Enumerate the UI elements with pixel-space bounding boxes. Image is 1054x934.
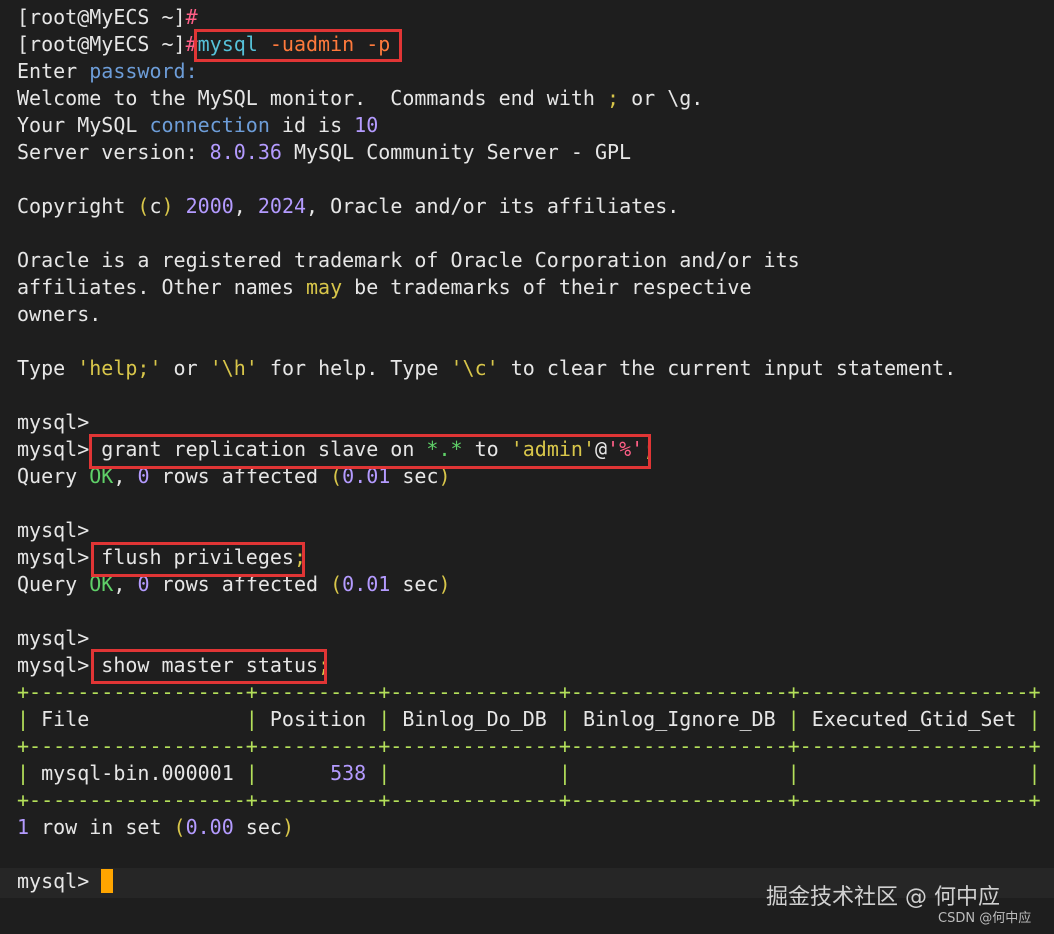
output-text: Welcome to the MySQL monitor. Commands e… xyxy=(17,86,608,110)
table-border: +------------------+----------+---------… xyxy=(17,787,1041,814)
highlight-box-grant-command xyxy=(89,434,651,469)
output-text: Enter xyxy=(17,59,90,83)
active-input-line[interactable]: mysql> xyxy=(17,868,114,895)
cell-file: mysql-bin.000001 xyxy=(41,761,234,785)
mysql-prompt: mysql> xyxy=(17,545,90,569)
output-text: owners. xyxy=(17,302,102,326)
table-pipe: | xyxy=(775,707,812,731)
output-text: Query xyxy=(17,572,90,596)
csdn-watermark: CSDN @何中应 xyxy=(938,911,1032,926)
output-text: for help. Type xyxy=(257,356,451,380)
mysql-prompt: mysql> xyxy=(17,653,90,677)
copyright-line: Copyright (c) 2000, 2024, Oracle and/or … xyxy=(17,193,679,220)
output-text: id is xyxy=(269,113,355,137)
table-pipe: | | | | xyxy=(366,761,1041,785)
mysql-prompt-line: mysql> xyxy=(17,517,89,544)
output-paren: ( xyxy=(173,815,186,839)
terminal-window[interactable]: [root@MyECS ~]# [root@MyECS ~]#mysql -ua… xyxy=(0,0,1054,934)
server-version-line: Server version: 8.0.36 MySQL Community S… xyxy=(17,139,631,166)
table-pipe: | xyxy=(546,707,583,731)
output-text: Oracle is a registered trademark of Orac… xyxy=(17,248,800,272)
prompt-hash: # xyxy=(185,5,198,29)
column-header-position: Position xyxy=(269,707,367,731)
output-string: 'help;' xyxy=(77,356,162,380)
mysql-prompt: mysql> xyxy=(17,437,90,461)
text-cursor[interactable] xyxy=(101,868,114,893)
output-text: or xyxy=(161,356,210,380)
table-pipe: | xyxy=(233,761,331,785)
welcome-line: Welcome to the MySQL monitor. Commands e… xyxy=(17,85,703,112)
server-version-value: 8.0.36 xyxy=(209,140,282,164)
output-text: Server version: xyxy=(17,140,210,164)
highlight-box-show-master-command xyxy=(91,649,327,684)
highlight-box-login-command xyxy=(194,29,402,62)
table-pipe: | xyxy=(17,707,42,731)
output-string: '\h' xyxy=(209,356,258,380)
output-keyword: password: xyxy=(89,59,198,83)
output-paren: ( xyxy=(137,194,150,218)
output-text: , xyxy=(233,194,258,218)
trademark-line-3: owners. xyxy=(17,301,101,328)
trademark-line-1: Oracle is a registered trademark of Orac… xyxy=(17,247,800,274)
output-text: Type xyxy=(17,356,78,380)
highlight-box-flush-command xyxy=(91,542,305,577)
mysql-prompt-line: mysql> xyxy=(17,409,89,436)
mysql-prompt: mysql> xyxy=(17,626,90,650)
output-text: sec xyxy=(233,815,282,839)
column-header-binlog-ignore-db: Binlog_Ignore_DB xyxy=(582,707,776,731)
output-text: row in set xyxy=(29,815,174,839)
output-keyword: may xyxy=(305,275,343,299)
output-number: 0.00 xyxy=(185,815,234,839)
output-paren: ) xyxy=(438,572,451,596)
output-paren: ( xyxy=(330,572,343,596)
output-text: or \g. xyxy=(619,86,704,110)
table-border-text: +------------------+----------+---------… xyxy=(17,788,1041,812)
output-semicolon: ; xyxy=(607,86,620,110)
mysql-prompt: mysql> xyxy=(17,869,102,893)
output-text: be trademarks of their respective xyxy=(342,275,752,299)
mysql-prompt: mysql> xyxy=(17,518,90,542)
output-text: c xyxy=(149,194,162,218)
column-header-executed-gtid-set: Executed_Gtid_Set xyxy=(811,707,1017,731)
shell-prompt: [root@MyECS ~] xyxy=(17,5,186,29)
output-number: 0.01 xyxy=(342,572,391,596)
output-text: sec xyxy=(390,572,439,596)
output-paren: ) xyxy=(161,194,174,218)
output-text: MySQL Community Server - GPL xyxy=(281,140,632,164)
table-pipe: | xyxy=(366,707,403,731)
output-text: Query xyxy=(17,464,90,488)
table-pipe: | xyxy=(17,761,42,785)
table-row: | mysql-bin.000001 | 538 | | | | xyxy=(17,760,1041,787)
output-text: affiliates. Other names xyxy=(17,275,306,299)
output-keyword: connection xyxy=(149,113,270,137)
output-text: , Oracle and/or its affiliates. xyxy=(306,194,680,218)
output-number: 2000 xyxy=(185,194,234,218)
column-header-binlog-do-db: Binlog_Do_DB xyxy=(402,707,547,731)
connection-id-value: 10 xyxy=(354,113,379,137)
table-border: +------------------+----------+---------… xyxy=(17,733,1041,760)
output-text: Your MySQL xyxy=(17,113,150,137)
output-paren: ) xyxy=(281,815,294,839)
output-number: 1 xyxy=(17,815,30,839)
connection-id-line: Your MySQL connection id is 10 xyxy=(17,112,378,139)
output-string: '\c' xyxy=(450,356,499,380)
table-header-row: | File | Position | Binlog_Do_DB | Binlo… xyxy=(17,706,1041,733)
output-number: 2024 xyxy=(257,194,307,218)
output-text: Copyright xyxy=(17,194,138,218)
table-border-text: +------------------+----------+---------… xyxy=(17,734,1041,758)
shell-prompt-line: [root@MyECS ~]# xyxy=(17,4,198,31)
table-pipe: | xyxy=(89,707,270,731)
row-count-line: 1 row in set (0.00 sec) xyxy=(17,814,294,841)
table-pipe: | xyxy=(1016,707,1041,731)
password-prompt-line: Enter password: xyxy=(17,58,198,85)
mysql-prompt: mysql> xyxy=(17,410,90,434)
cell-position: 538 xyxy=(330,761,367,785)
output-text: to clear the current input statement. xyxy=(498,356,957,380)
column-header-file: File xyxy=(41,707,90,731)
shell-prompt: [root@MyECS ~] xyxy=(17,32,186,56)
trademark-line-2: affiliates. Other names may be trademark… xyxy=(17,274,752,301)
help-line: Type 'help;' or '\h' for help. Type '\c'… xyxy=(17,355,956,382)
mysql-prompt-line: mysql> xyxy=(17,625,89,652)
